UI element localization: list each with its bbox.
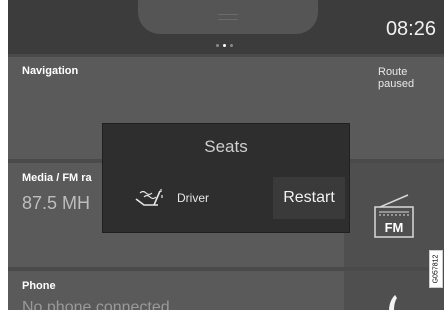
media-tile-label: Media / FM ra <box>22 172 92 184</box>
page-dot <box>216 44 219 47</box>
popup-title: Seats <box>204 137 248 156</box>
seats-popup: Seats Driver Restart <box>102 123 350 233</box>
phone-icon <box>389 295 397 310</box>
figure-code-label: G057812 <box>429 250 443 288</box>
phone-tile[interactable]: Phone No phone connected <box>8 271 444 310</box>
driver-label: Driver <box>177 191 209 205</box>
page-dot <box>230 44 233 47</box>
phone-status: No phone connected <box>22 299 170 310</box>
page-dot-active <box>223 44 226 47</box>
figure-code-text: G057812 <box>432 254 440 284</box>
clock: 08:26 <box>385 18 436 40</box>
seat-massage-icon <box>135 189 163 206</box>
navigation-tile-label: Navigation <box>22 65 79 77</box>
top-view-pull-tab[interactable] <box>138 0 318 34</box>
center-display: 08:26 Navigation Route paused Media / FM… <box>8 0 444 310</box>
radio-frequency: 87.5 MH <box>22 193 91 213</box>
route-status: Route paused <box>378 66 415 90</box>
fm-radio-icon: FM <box>374 194 414 238</box>
page-indicator <box>216 44 233 47</box>
status-bar: 08:26 <box>8 0 444 54</box>
pull-handle-icon <box>218 14 238 20</box>
restart-button[interactable]: Restart <box>273 177 345 219</box>
fm-icon-text: FM <box>385 220 404 235</box>
phone-tile-label: Phone <box>22 280 56 292</box>
